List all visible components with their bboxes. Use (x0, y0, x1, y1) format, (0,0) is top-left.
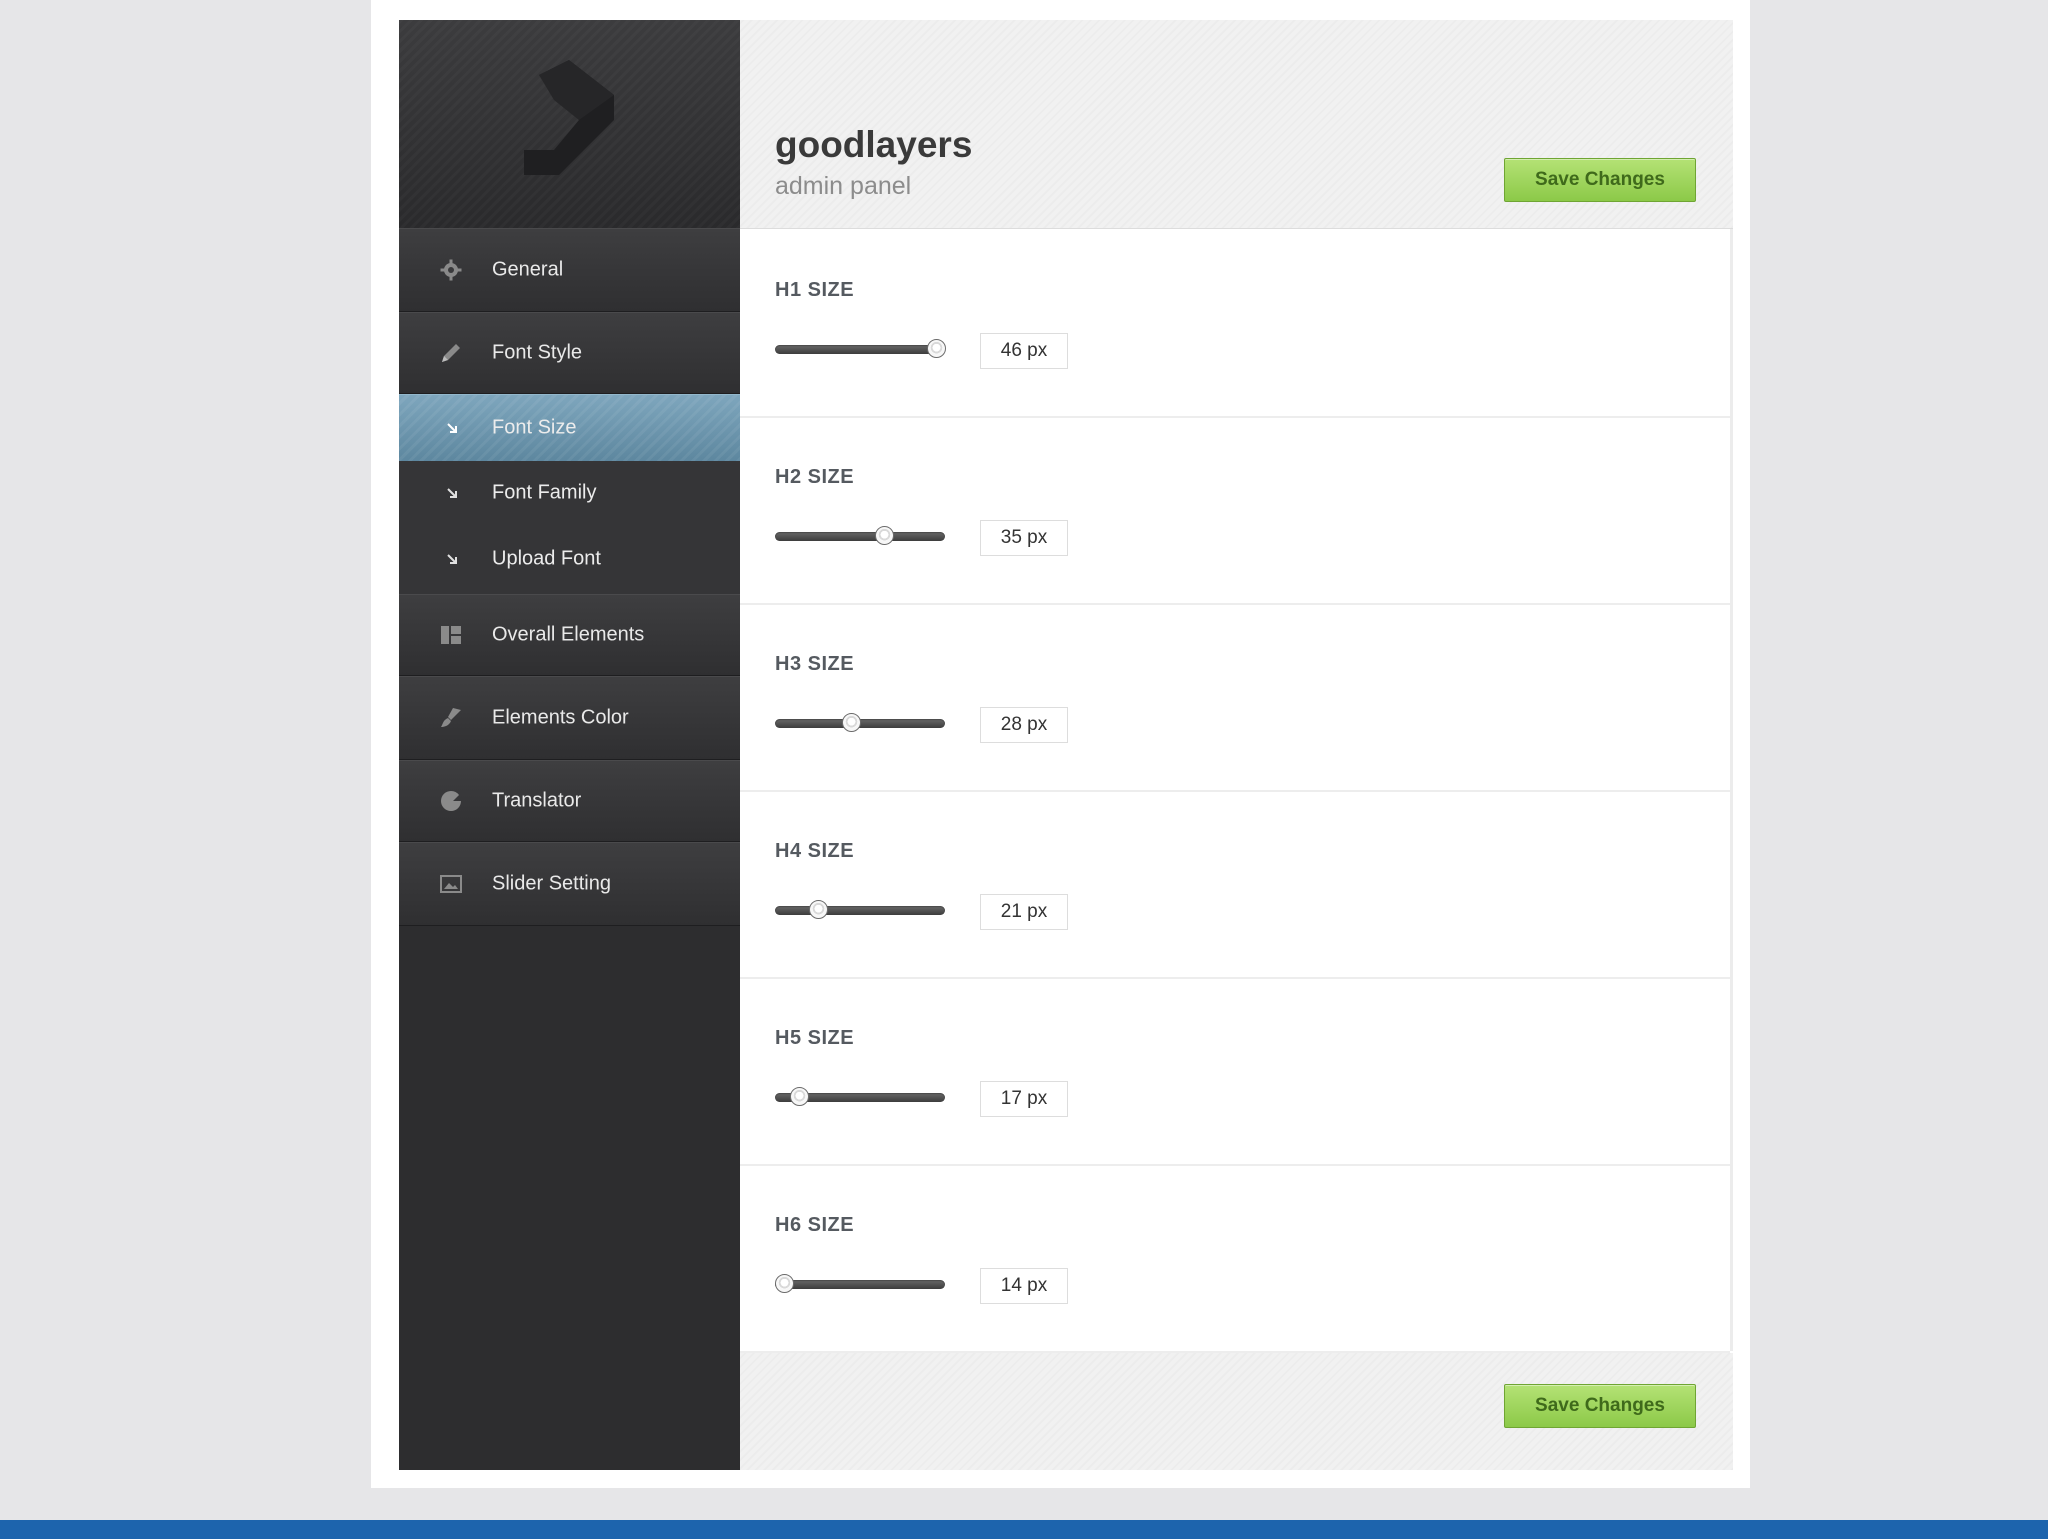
setting-label: H3 SIZE (775, 653, 855, 675)
setting-row-h2: H2 SIZE 35 px (740, 416, 1730, 605)
sidebar-subitem-label: Upload Font (492, 547, 601, 570)
gear-icon (440, 259, 462, 281)
slider-handle[interactable] (808, 900, 828, 919)
sidebar-item-slider-setting[interactable]: Slider Setting (399, 842, 740, 926)
sidebar-item-label: Translator (492, 789, 582, 812)
setting-label: H5 SIZE (775, 1027, 855, 1049)
h3-size-value[interactable]: 28 px (980, 707, 1068, 743)
sidebar-subitem-upload-font[interactable]: Upload Font (399, 526, 740, 592)
brand-title: goodlayers (775, 124, 973, 165)
goodlayers-logo-icon (524, 60, 614, 175)
slider-handle[interactable] (789, 1087, 809, 1106)
sidebar-subitem-font-family[interactable]: Font Family (399, 460, 740, 526)
logo-area (399, 20, 740, 229)
h1-size-slider[interactable] (775, 339, 946, 358)
arrow-down-right-icon (447, 423, 457, 433)
arrow-down-right-icon (447, 488, 457, 498)
h1-size-value[interactable]: 46 px (980, 333, 1068, 369)
image-icon (440, 875, 462, 893)
pencil-icon (442, 344, 460, 362)
sidebar-item-label: Elements Color (492, 706, 629, 729)
slider-handle[interactable] (775, 1274, 795, 1293)
sidebar-subitem-label: Font Size (492, 416, 577, 439)
save-button-top[interactable]: Save Changes (1504, 158, 1696, 202)
h6-size-slider[interactable] (775, 1274, 945, 1293)
h4-size-slider[interactable] (775, 900, 945, 919)
h5-size-slider[interactable] (775, 1087, 945, 1106)
panel-footer: Save Changes (740, 1353, 1733, 1470)
h2-size-value[interactable]: 35 px (980, 520, 1068, 556)
save-button-bottom[interactable]: Save Changes (1504, 1384, 1696, 1428)
sidebar-item-label: Font Style (492, 341, 583, 364)
setting-label: H4 SIZE (775, 840, 855, 862)
h4-size-value[interactable]: 21 px (980, 894, 1068, 930)
setting-row-h5: H5 SIZE 17 px (740, 977, 1730, 1166)
setting-label: H2 SIZE (775, 466, 855, 488)
sidebar-item-overall-elements[interactable]: Overall Elements (399, 594, 740, 676)
setting-label: H1 SIZE (775, 279, 855, 301)
sidebar-subitem-font-size[interactable]: Font Size (399, 394, 740, 461)
h5-size-value[interactable]: 17 px (980, 1081, 1068, 1117)
sidebar-item-label: Overall Elements (492, 623, 645, 646)
sidebar-submenu: Font Size Font Family Upload Font (399, 394, 740, 594)
settings-list: H1 SIZE 46 px H2 SIZE 35 px H3 SIZE 28 p… (740, 229, 1733, 1353)
sidebar-item-label: Slider Setting (492, 872, 611, 895)
layout-icon (441, 626, 461, 644)
brand-subtitle: admin panel (775, 172, 912, 200)
panel-header: goodlayers admin panel Save Changes (740, 20, 1733, 229)
sidebar-item-label: General (492, 258, 564, 281)
sidebar-item-translator[interactable]: Translator (399, 760, 740, 842)
setting-row-h4: H4 SIZE 21 px (740, 790, 1730, 979)
setting-row-h1: H1 SIZE 46 px (740, 229, 1730, 418)
brush-icon (441, 708, 461, 727)
sidebar-item-elements-color[interactable]: Elements Color (399, 676, 740, 760)
translator-icon (441, 791, 461, 811)
slider-handle[interactable] (926, 339, 946, 358)
sidebar-subitem-label: Font Family (492, 481, 597, 504)
sidebar: General Font Style Font Size Font Family… (399, 20, 740, 1470)
h3-size-slider[interactable] (775, 713, 945, 732)
h2-size-slider[interactable] (775, 526, 945, 545)
slider-handle[interactable] (841, 713, 861, 732)
slider-handle[interactable] (874, 526, 894, 545)
setting-row-h6: H6 SIZE 14 px (740, 1164, 1730, 1353)
sidebar-item-general[interactable]: General (399, 228, 740, 312)
arrow-down-right-icon (447, 554, 457, 564)
setting-label: H6 SIZE (775, 1214, 855, 1236)
sidebar-item-font-style[interactable]: Font Style (399, 312, 740, 394)
taskbar-strip (0, 1520, 2048, 1539)
h6-size-value[interactable]: 14 px (980, 1268, 1068, 1304)
setting-row-h3: H3 SIZE 28 px (740, 603, 1730, 792)
